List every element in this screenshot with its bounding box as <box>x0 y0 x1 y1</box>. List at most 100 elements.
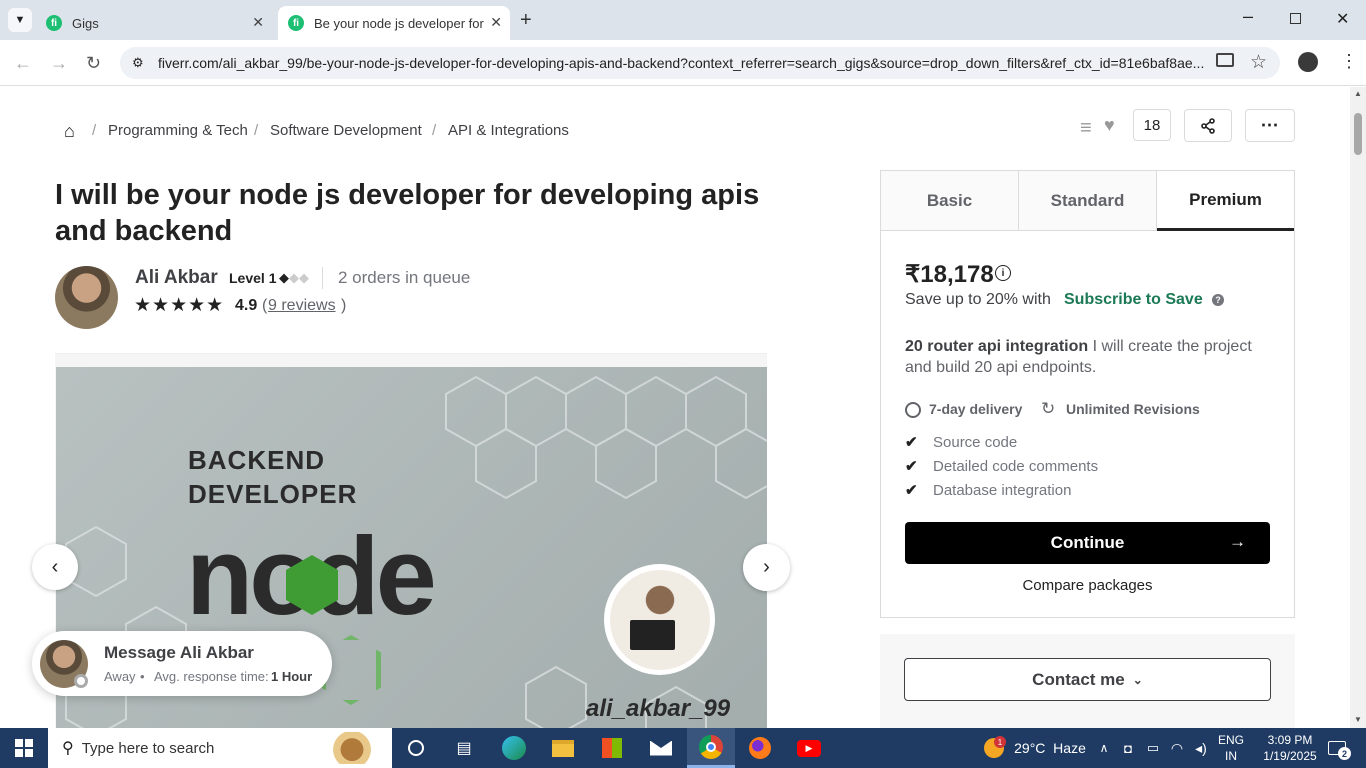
profile-avatar[interactable] <box>1298 52 1318 72</box>
language-indicator[interactable]: ENG IN <box>1214 728 1248 768</box>
notification-count: 2 <box>1338 747 1351 760</box>
browser-menu-icon[interactable]: ⋮ <box>1340 51 1358 72</box>
mail-icon[interactable] <box>641 728 681 768</box>
address-bar-row: ← → ↻ ⚙ fiverr.com/ali_akbar_99/be-your-… <box>0 40 1366 86</box>
more-options-button[interactable]: ⋯ <box>1245 109 1295 142</box>
tab-basic[interactable]: Basic <box>881 171 1019 231</box>
image-headline-1: BACKEND <box>188 445 325 475</box>
close-window-icon[interactable]: ✕ <box>1336 9 1349 29</box>
share-button[interactable] <box>1184 109 1232 142</box>
likes-count: 18 <box>1133 109 1171 141</box>
level-diamond-icon: ◆◆◆ <box>279 270 309 285</box>
seller-avatar[interactable] <box>55 266 118 329</box>
weather-icon[interactable] <box>980 728 1008 768</box>
bookmark-star-icon[interactable]: ☆ <box>1250 51 1267 74</box>
reviews-paren-close: ) <box>341 297 347 314</box>
gallery-next-button[interactable]: › <box>743 544 790 591</box>
tab-premium[interactable]: Premium <box>1157 171 1294 231</box>
close-tab-icon[interactable]: ✕ <box>490 14 502 31</box>
url-input[interactable]: ⚙ fiverr.com/ali_akbar_99/be-your-node-j… <box>120 47 1280 79</box>
region-code: IN <box>1225 749 1237 763</box>
chevron-left-icon: ‹ <box>51 555 59 578</box>
file-explorer-icon[interactable] <box>543 728 583 768</box>
firefox-icon[interactable] <box>740 728 780 768</box>
reload-icon[interactable]: ↻ <box>86 53 101 74</box>
page-scrollbar[interactable]: ▲ ▼ <box>1350 87 1366 728</box>
microsoft-store-icon[interactable] <box>592 728 632 768</box>
volume-icon[interactable]: ◂) <box>1190 728 1212 768</box>
home-icon[interactable]: ⌂ <box>64 121 75 142</box>
edge-browser-icon[interactable] <box>494 728 534 768</box>
developer-photo-figure <box>609 569 710 670</box>
close-tab-icon[interactable]: ✕ <box>252 14 264 31</box>
contact-me-button[interactable]: Contact me ⌄ <box>904 658 1271 701</box>
weather-text[interactable]: 29°C Haze <box>1010 728 1090 768</box>
network-status-icon[interactable]: ▭ <box>1142 728 1164 768</box>
wifi-icon[interactable]: ◠ <box>1166 728 1188 768</box>
weather-badge: 1 <box>994 736 1006 748</box>
check-icon: ✔ <box>905 482 918 499</box>
breadcrumb-api-integrations[interactable]: API & Integrations <box>448 122 569 139</box>
scroll-thumb[interactable] <box>1354 113 1362 155</box>
gig-title: I will be your node js developer for dev… <box>55 179 760 247</box>
breadcrumb-programming-tech[interactable]: Programming & Tech <box>108 122 248 139</box>
taskbar-search-box[interactable]: ⚲ Type here to search <box>48 728 392 768</box>
message-seller-popup[interactable]: Message Ali Akbar Away • Avg. response t… <box>32 631 332 696</box>
browser-tab-bar: ▼ fi Gigs ✕ fi Be your node js developer… <box>0 0 1366 40</box>
breadcrumb-software-development[interactable]: Software Development <box>270 122 422 139</box>
scroll-down-arrow-icon[interactable]: ▼ <box>1354 715 1362 724</box>
language-code: ENG <box>1217 733 1244 747</box>
seller-name[interactable]: Ali Akbar <box>135 267 218 289</box>
youtube-icon[interactable]: ▶ <box>789 728 829 768</box>
start-windows-icon[interactable] <box>0 728 48 768</box>
show-hidden-icons-chevron-icon[interactable]: ∧ <box>1094 728 1114 768</box>
meet-now-icon[interactable]: ◘ <box>1118 728 1138 768</box>
away-status-dot <box>74 674 88 688</box>
tab-list-chevron-icon[interactable]: ▼ <box>8 8 32 32</box>
subscribe-to-save-link[interactable]: Subscribe to Save <box>1064 291 1203 309</box>
message-title: Message Ali Akbar <box>104 643 254 662</box>
url-text: fiverr.com/ali_akbar_99/be-your-node-js-… <box>158 55 1205 71</box>
revisions: Unlimited Revisions <box>1066 401 1200 417</box>
revisions-icon: ↻ <box>1041 399 1056 418</box>
forward-arrow-icon[interactable]: → <box>50 53 68 74</box>
package-name: 20 router api integration <box>905 338 1089 355</box>
back-arrow-icon[interactable]: ← <box>14 53 32 74</box>
task-view-icon[interactable] <box>396 728 436 768</box>
tab-gig-page[interactable]: fi Be your node js developer for d ✕ <box>278 6 510 40</box>
price-info-icon[interactable]: i <box>995 265 1011 281</box>
compare-packages-link[interactable]: Compare packages <box>881 577 1294 594</box>
clock-time: 3:09 PM <box>1267 733 1313 747</box>
help-icon[interactable]: ? <box>1212 294 1224 306</box>
site-settings-icon[interactable]: ⚙ <box>132 55 144 71</box>
new-tab-plus-icon[interactable]: + <box>520 9 532 32</box>
feature-label: Source code <box>933 433 1018 451</box>
tab-gigs[interactable]: fi Gigs ✕ <box>36 6 272 40</box>
fiverr-favicon-icon: fi <box>288 15 304 31</box>
minimize-icon[interactable]: – <box>1243 6 1253 27</box>
chrome-icon[interactable] <box>687 728 735 768</box>
install-app-icon[interactable] <box>1216 53 1234 67</box>
breadcrumb-separator: / <box>92 122 97 139</box>
widgets-icon[interactable]: ▤ <box>444 728 484 768</box>
feature-item: ✔ Database integration <box>905 481 1071 500</box>
restore-icon[interactable] <box>1290 13 1301 24</box>
package-price: ₹18,178 <box>905 261 994 288</box>
list-icon[interactable]: ≡ <box>1080 117 1092 140</box>
gallery-prev-button[interactable]: ‹ <box>32 544 78 590</box>
reviews-link[interactable]: 9 reviews <box>268 297 336 315</box>
scroll-up-arrow-icon[interactable]: ▲ <box>1354 89 1362 98</box>
continue-button[interactable]: Continue → <box>905 522 1270 564</box>
orders-in-queue: 2 orders in queue <box>338 268 471 287</box>
clock-date: 1/19/2025 <box>1263 749 1317 763</box>
status-bullet: • <box>140 669 145 684</box>
fiverr-favicon-icon: fi <box>46 15 62 31</box>
tab-standard[interactable]: Standard <box>1019 171 1157 231</box>
response-label: Avg. response time: <box>154 669 269 684</box>
gig-page: ⌂ / Programming & Tech / Software Develo… <box>0 87 1350 728</box>
rating-stars-icon: ★★★★★ <box>134 295 225 316</box>
heart-icon[interactable]: ♥ <box>1104 115 1115 136</box>
clock[interactable]: 3:09 PM 1/19/2025 <box>1254 728 1326 768</box>
reviews-paren-open: ( <box>262 297 268 314</box>
clock-icon <box>905 402 921 418</box>
